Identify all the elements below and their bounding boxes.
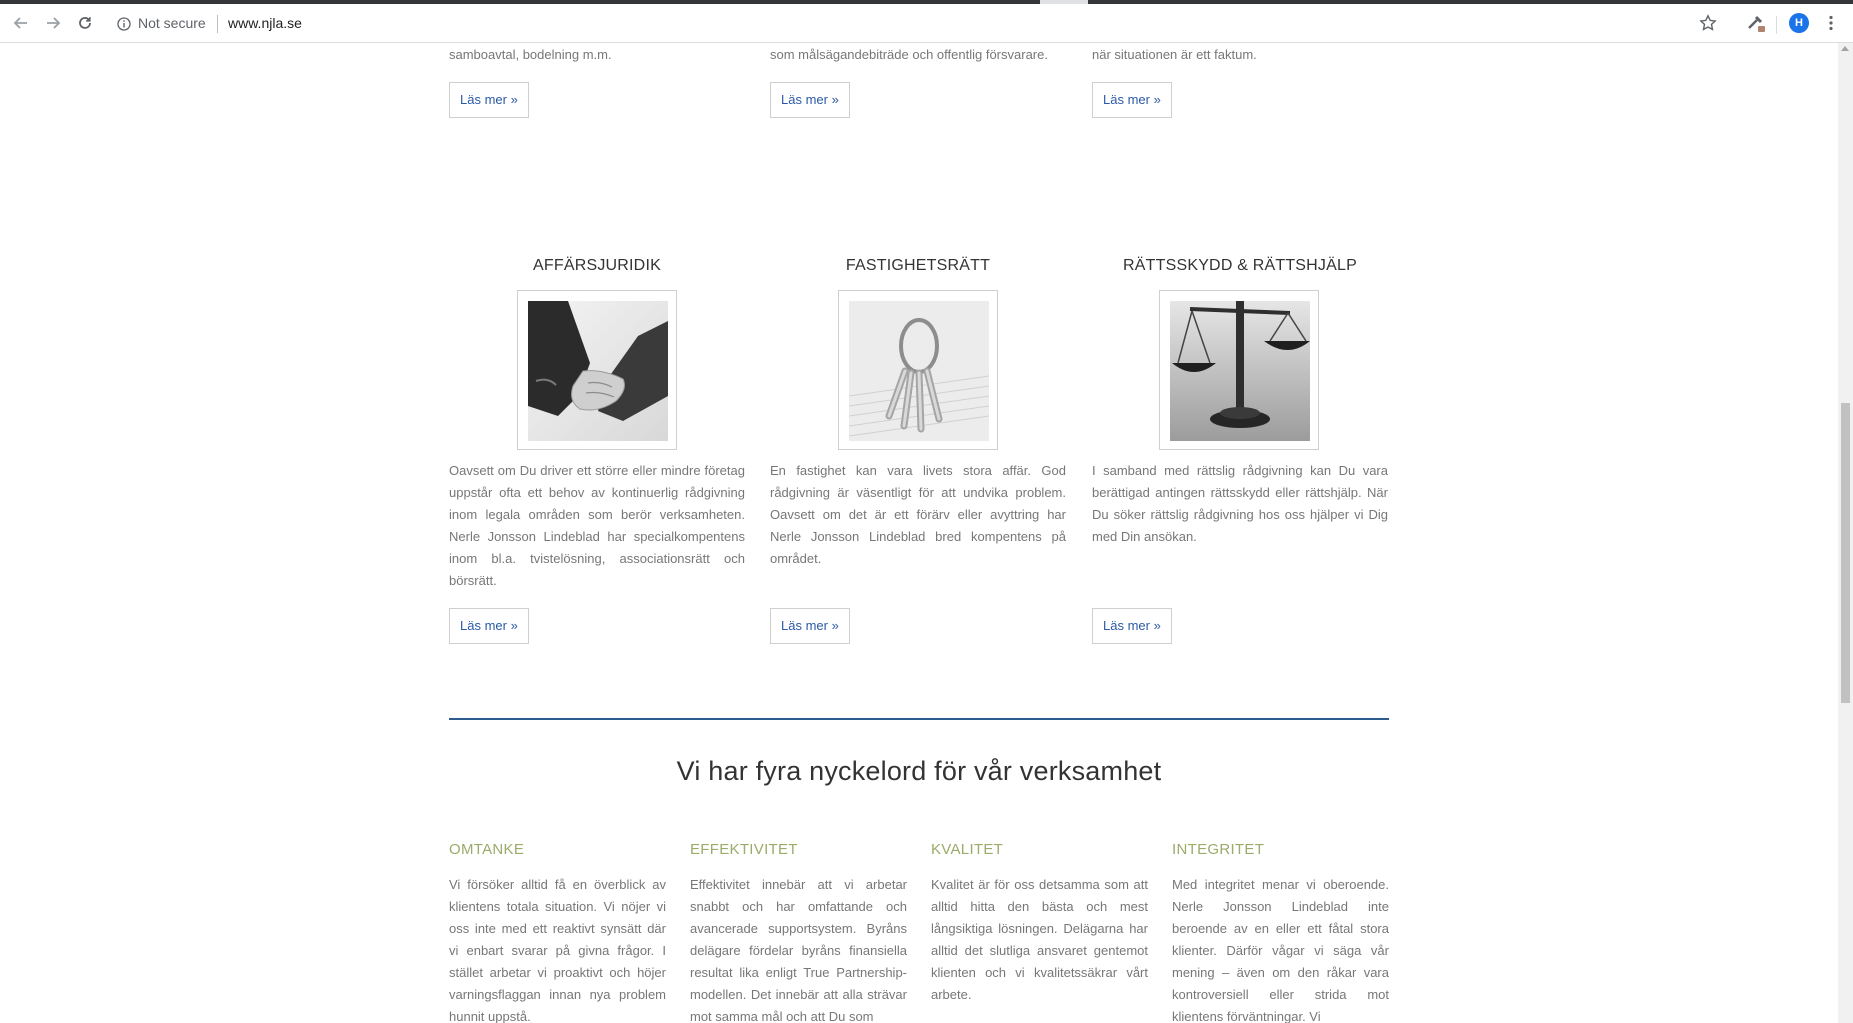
page-scrollbar[interactable] [1838,43,1853,1023]
keyword-title: EFFEKTIVITET [690,841,798,858]
service-image-frame [838,290,998,450]
service-description: I samband med rättslig rådgivning kan Du… [1092,460,1388,548]
top-item-2: som målsägandebiträde och offentlig förs… [770,44,1066,66]
read-more-button[interactable]: Läs mer » [1092,82,1172,118]
handshake-image [528,301,668,441]
forward-arrow-icon [47,17,61,29]
keyword-column: INTEGRITET Med integritet menar vi obero… [1172,841,1389,1023]
back-button[interactable] [9,12,33,34]
reload-icon [79,17,91,29]
security-label[interactable]: Not secure [138,15,206,31]
keyword-text: Med integritet menar vi oberoende. Nerle… [1172,877,1389,1023]
top-item-text: när situationen är ett faktum. [1092,47,1257,62]
info-icon[interactable] [117,17,131,31]
service-title: RÄTTSSKYDD & RÄTTSHJÄLP [1123,257,1357,274]
service-description: Oavsett om Du driver ett större eller mi… [449,460,745,592]
keyword-title: KVALITET [931,841,1004,858]
browser-toolbar: Not secure www.njla.se H [0,4,1853,43]
profile-avatar[interactable]: H [1789,13,1809,33]
read-more-button[interactable]: Läs mer » [770,608,850,644]
page-viewport: samboavtal, bodelning m.m. Läs mer » som… [0,43,1838,1023]
kebab-menu-icon[interactable] [1828,15,1834,31]
keyword-text: Vi försöker alltid få en överblick av kl… [449,877,666,1023]
reload-button[interactable] [73,12,97,34]
keyword-column: EFFEKTIVITET Effektivitet innebär att vi… [690,841,907,1023]
scroll-up-arrow-icon[interactable] [1841,46,1849,51]
forward-button[interactable] [41,12,65,34]
scroll-thumb[interactable] [1841,403,1850,703]
bookmark-star-icon[interactable] [1699,14,1717,32]
keys-image [849,301,989,441]
read-more-button[interactable]: Läs mer » [449,608,529,644]
back-arrow-icon [13,17,27,29]
read-more-button[interactable]: Läs mer » [770,82,850,118]
address-bar-url[interactable]: www.njla.se [228,15,302,31]
service-text: Oavsett om Du driver ett större eller mi… [449,463,745,588]
service-text: En fastighet kan vara livets stora affär… [770,463,1066,566]
top-item-text: som målsägandebiträde och offentlig förs… [770,47,1048,62]
top-item-text: samboavtal, bodelning m.m. [449,47,612,62]
keywords-heading: Vi har fyra nyckelord för vår verksamhet [676,756,1162,786]
top-item-1: samboavtal, bodelning m.m. [449,44,745,66]
service-title: FASTIGHETSRÄTT [845,257,991,274]
keyword-column: KVALITET Kvalitet är för oss detsamma so… [931,841,1148,1006]
keyword-title: OMTANKE [449,841,525,858]
service-image-frame [517,290,677,450]
scales-image [1170,301,1310,441]
keyword-text: Kvalitet är för oss detsamma som att all… [931,877,1148,1002]
service-image-frame [1159,290,1319,450]
keyword-text: Effektivitet innebär att vi arbetar snab… [690,877,907,1023]
keyword-title: INTEGRITET [1172,841,1265,858]
extension-icon[interactable] [1746,13,1766,33]
toolbar-divider [1776,16,1777,34]
keyword-column: OMTANKE Vi försöker alltid få en överbli… [449,841,666,1023]
service-description: En fastighet kan vara livets stora affär… [770,460,1066,570]
top-item-3: när situationen är ett faktum. [1092,44,1388,66]
service-text: I samband med rättslig rådgivning kan Du… [1092,463,1388,544]
service-title: AFFÄRSJURIDIK [533,257,661,274]
read-more-button[interactable]: Läs mer » [1092,608,1172,644]
read-more-button[interactable]: Läs mer » [449,82,529,118]
url-separator [217,15,218,33]
section-divider [449,718,1389,720]
